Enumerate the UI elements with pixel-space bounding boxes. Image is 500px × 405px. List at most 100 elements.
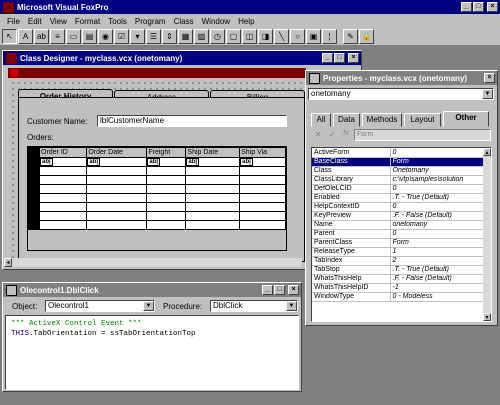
column-header[interactable]: Order ID bbox=[38, 147, 88, 158]
property-value[interactable]: 0 bbox=[390, 184, 491, 194]
line-icon[interactable]: ╲ bbox=[274, 29, 289, 44]
minimize-icon[interactable]: _ bbox=[461, 2, 472, 12]
property-row[interactable]: Parent 0 bbox=[312, 229, 491, 239]
tab-other[interactable]: Other bbox=[443, 111, 489, 127]
maximize-icon[interactable]: □ bbox=[334, 53, 345, 63]
checkbox-icon[interactable]: ☑ bbox=[114, 29, 129, 44]
property-row[interactable]: DefOleLCID 0 bbox=[312, 184, 491, 194]
editbox-icon[interactable]: ≡ bbox=[50, 29, 65, 44]
property-row[interactable]: Enabled .T. - True (Default) bbox=[312, 193, 491, 203]
customer-name-field[interactable]: lblCustomerName bbox=[97, 115, 287, 127]
select-pointer-icon[interactable]: ↖ bbox=[2, 29, 17, 44]
label-icon[interactable]: A bbox=[18, 29, 33, 44]
option-group-icon[interactable]: ◉ bbox=[98, 29, 113, 44]
property-row[interactable]: ReleaseType 1 bbox=[312, 247, 491, 257]
maximize-icon[interactable]: □ bbox=[274, 285, 285, 295]
property-row[interactable]: ParentClass Form bbox=[312, 238, 491, 248]
property-value[interactable]: -1 bbox=[390, 283, 491, 293]
close-icon[interactable]: × bbox=[348, 53, 359, 63]
scroll-left-icon[interactable]: ◂ bbox=[4, 258, 12, 267]
scroll-up-icon[interactable]: ▴ bbox=[483, 148, 491, 156]
horizontal-scrollbar[interactable] bbox=[12, 258, 302, 267]
tab-all[interactable]: All bbox=[311, 113, 331, 127]
menu-view[interactable]: View bbox=[46, 17, 71, 26]
close-icon[interactable]: × bbox=[288, 285, 299, 295]
column-header[interactable]: Ship Date bbox=[185, 147, 241, 158]
menu-file[interactable]: File bbox=[3, 17, 24, 26]
property-value[interactable]: 2 bbox=[390, 256, 491, 266]
chevron-down-icon[interactable]: ▼ bbox=[286, 301, 297, 311]
menu-edit[interactable]: Edit bbox=[24, 17, 46, 26]
property-value[interactable]: Form bbox=[390, 238, 491, 248]
image-icon[interactable]: ▨ bbox=[194, 29, 209, 44]
function-icon[interactable]: fx bbox=[340, 130, 352, 141]
property-value[interactable]: 0 bbox=[390, 148, 491, 158]
menu-class[interactable]: Class bbox=[170, 17, 198, 26]
grid-icon[interactable]: ▦ bbox=[178, 29, 193, 44]
property-value[interactable]: .F. - False (Default) bbox=[390, 211, 491, 221]
minimize-icon[interactable]: _ bbox=[322, 53, 333, 63]
tab-layout[interactable]: Layout bbox=[404, 113, 441, 127]
property-value[interactable]: onetomany bbox=[390, 220, 491, 230]
code-window-titlebar[interactable]: Olecontrol1.DblClick _ □ × bbox=[3, 283, 301, 297]
chevron-down-icon[interactable]: ▼ bbox=[482, 89, 493, 99]
menu-format[interactable]: Format bbox=[71, 17, 104, 26]
property-value[interactable]: 1 bbox=[390, 247, 491, 257]
property-row[interactable]: WindowType 0 - Modeless bbox=[312, 292, 491, 302]
timer-icon[interactable]: ◷ bbox=[210, 29, 225, 44]
pageframe-icon[interactable]: ▢ bbox=[226, 29, 241, 44]
tab-data[interactable]: Data bbox=[333, 113, 360, 127]
property-row[interactable]: HelpContextID 0 bbox=[312, 202, 491, 212]
menu-window[interactable]: Window bbox=[198, 17, 234, 26]
menu-program[interactable]: Program bbox=[131, 17, 170, 26]
property-row[interactable]: ActiveForm 0 bbox=[312, 148, 491, 158]
property-row[interactable]: KeyPreview .F. - False (Default) bbox=[312, 211, 491, 221]
command-button-icon[interactable]: ▭ bbox=[66, 29, 81, 44]
chevron-down-icon[interactable]: ▼ bbox=[143, 301, 154, 311]
maximize-icon[interactable]: □ bbox=[473, 2, 484, 12]
column-header[interactable]: Order Date bbox=[86, 147, 148, 158]
close-icon[interactable]: × bbox=[484, 73, 495, 83]
button-lock-icon[interactable]: 🔒 bbox=[359, 29, 374, 44]
menu-help[interactable]: Help bbox=[234, 17, 258, 26]
orders-grid[interactable]: Order ID Order Date Freight Ship Date Sh… bbox=[27, 146, 287, 251]
ole-container-icon[interactable]: ◫ bbox=[242, 29, 257, 44]
listbox-icon[interactable]: ☰ bbox=[146, 29, 161, 44]
property-value[interactable]: .T. - True (Default) bbox=[390, 193, 491, 203]
property-edit-box[interactable]: Form bbox=[354, 129, 491, 141]
minimize-icon[interactable]: _ bbox=[262, 285, 273, 295]
property-row[interactable]: TabIndex 2 bbox=[312, 256, 491, 266]
ole-bound-icon[interactable]: ◨ bbox=[258, 29, 273, 44]
accept-icon[interactable]: ✓ bbox=[326, 130, 338, 141]
scroll-down-icon[interactable]: ▾ bbox=[483, 313, 491, 321]
procedure-dropdown[interactable]: DblClick ▼ bbox=[210, 300, 298, 312]
object-dropdown[interactable]: onetomany ▼ bbox=[308, 88, 494, 100]
column-header[interactable]: Freight bbox=[146, 147, 187, 158]
menu-tools[interactable]: Tools bbox=[104, 17, 131, 26]
close-icon[interactable]: × bbox=[487, 2, 498, 12]
property-value[interactable]: 0 bbox=[390, 229, 491, 239]
property-value[interactable]: Form bbox=[390, 157, 491, 167]
property-value[interactable]: c:\vfp\samples\solution bbox=[390, 175, 491, 185]
code-object-dropdown[interactable]: Olecontrol1 ▼ bbox=[45, 300, 155, 312]
property-value[interactable]: 0 bbox=[390, 202, 491, 212]
cancel-icon[interactable]: ✕ bbox=[312, 130, 324, 141]
properties-titlebar[interactable]: Properties - myclass.vcx (onetomany) × bbox=[306, 71, 497, 85]
builder-lock-icon[interactable]: ✎ bbox=[343, 29, 358, 44]
property-value[interactable]: Onetomany bbox=[390, 166, 491, 176]
property-value[interactable]: .F. - False (Default) bbox=[390, 274, 491, 284]
combobox-icon[interactable]: ▾ bbox=[130, 29, 145, 44]
property-row[interactable]: WhatsThisHelpID -1 bbox=[312, 283, 491, 293]
property-row[interactable]: Class Onetomany bbox=[312, 166, 491, 176]
command-group-icon[interactable]: ▤ bbox=[82, 29, 97, 44]
property-value[interactable]: 0 - Modeless bbox=[390, 292, 491, 302]
textbox-icon[interactable]: ab bbox=[34, 29, 49, 44]
column-header[interactable]: Ship Via bbox=[239, 147, 286, 158]
spinner-icon[interactable]: ⇕ bbox=[162, 29, 177, 44]
container-icon[interactable]: ▣ bbox=[306, 29, 321, 44]
property-row[interactable]: TabStop .T. - True (Default) bbox=[312, 265, 491, 275]
property-grid[interactable]: ActiveForm 0 BaseClass Form Class Onetomany Cl… bbox=[311, 147, 492, 322]
class-designer-titlebar[interactable]: Class Designer - myclass.vcx (onetomany)… bbox=[3, 51, 361, 65]
property-row[interactable]: Name onetomany bbox=[312, 220, 491, 230]
property-scrollbar[interactable]: ▴ ▾ bbox=[483, 148, 491, 321]
